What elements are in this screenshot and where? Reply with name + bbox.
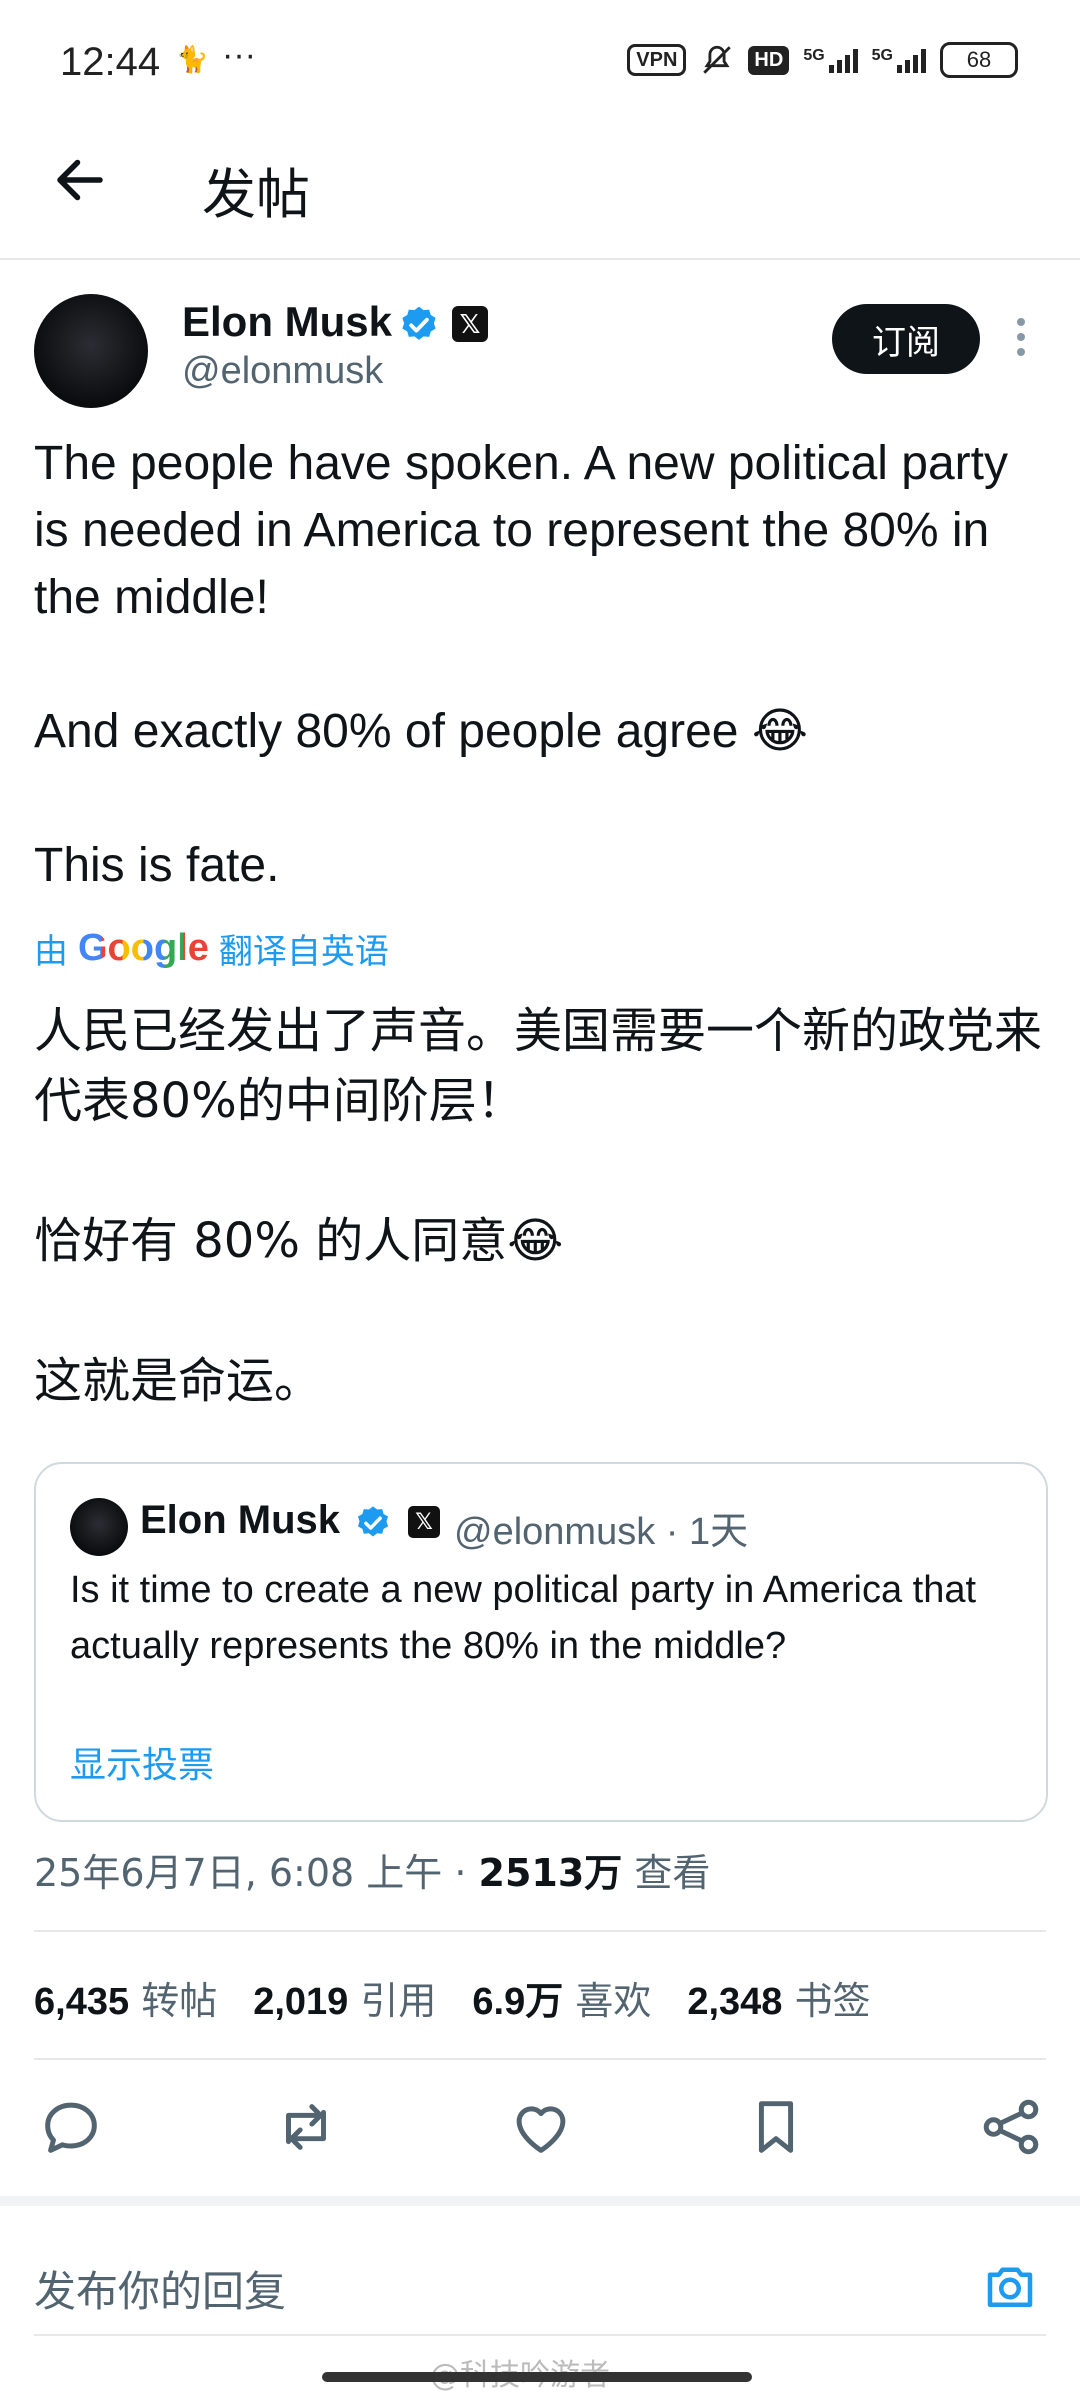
post-meta: 25年6月7日, 6:08 上午 · 2513万 查看 [34, 1842, 710, 1897]
author-name[interactable]: Elon Musk [182, 298, 392, 346]
quote-text: Is it time to create a new political par… [70, 1569, 977, 1667]
stat-quotes[interactable]: 2,019 引用 [253, 1970, 436, 2025]
status-bar: 12:44 🐈 ··· VPN HD 5G 5G 68 [0, 0, 1080, 120]
action-bar [36, 2092, 1046, 2162]
reply-divider [34, 2334, 1046, 2336]
hd-icon: HD [748, 45, 790, 75]
share-icon[interactable] [976, 2092, 1046, 2162]
translation-attribution[interactable]: 由 Google 翻译自英语 [34, 924, 389, 973]
translated-text: 人民已经发出了声音。美国需要一个新的政党来代表80%的中间阶层！ 恰好有 80%… [34, 1003, 1043, 1409]
stat-likes[interactable]: 6.9万 喜欢 [472, 1970, 651, 2025]
more-notifications-icon: ··· [222, 36, 256, 74]
quote-author-name: Elon Musk [140, 1498, 341, 1542]
quote-x-affiliation-icon: 𝕏 [408, 1506, 440, 1538]
repost-icon[interactable] [271, 2092, 341, 2162]
avatar[interactable] [34, 294, 148, 408]
post-date: 25年6月7日, 6:08 上午 · [34, 1851, 479, 1895]
subscribe-button[interactable]: 订阅 [832, 304, 980, 374]
quote-handle-time: @elonmusk · 1天 [454, 1511, 749, 1553]
view-label: 查看 [622, 1851, 711, 1895]
status-time: 12:44 [60, 40, 161, 84]
x-affiliation-icon: 𝕏 [452, 306, 488, 342]
show-poll-link[interactable]: 显示投票 [70, 1736, 214, 1788]
home-indicator[interactable] [322, 2372, 752, 2382]
page-title: 发帖 [202, 163, 310, 226]
reply-icon[interactable] [36, 2092, 106, 2162]
header-divider [0, 258, 1080, 260]
section-divider [0, 2196, 1080, 2206]
vpn-icon: VPN [627, 44, 687, 76]
battery-icon: 68 [940, 42, 1018, 78]
signal-2-icon: 5G [872, 47, 926, 73]
mute-icon [703, 45, 732, 74]
more-options-icon[interactable] [1014, 318, 1028, 363]
author-handle[interactable]: @elonmusk [182, 350, 383, 393]
view-count: 2513万 [478, 1851, 623, 1895]
quote-verified-icon [357, 1506, 389, 1537]
stats-divider [34, 2058, 1046, 2060]
verified-badge-icon [402, 306, 436, 340]
translate-suffix: 翻译自英语 [218, 932, 389, 972]
reply-input[interactable]: 发布你的回复 [34, 2258, 286, 2319]
signal-1-icon: 5G [803, 47, 858, 73]
cat-icon: 🐈 [176, 44, 209, 74]
quoted-post[interactable]: Elon Musk 𝕏 @elonmusk · 1天 Is it time to… [34, 1462, 1048, 1822]
engagement-stats: 6,435 转帖 2,019 引用 6.9万 喜欢 2,348 书签 [34, 1970, 871, 2025]
meta-divider [34, 1930, 1046, 1932]
post-text: The people have spoken. A new political … [34, 437, 1008, 892]
back-arrow-icon[interactable] [50, 150, 110, 210]
google-logo: Google [78, 927, 209, 969]
quote-avatar [70, 1498, 128, 1556]
bookmark-icon[interactable] [741, 2092, 811, 2162]
camera-icon[interactable] [980, 2256, 1040, 2316]
stat-reposts[interactable]: 6,435 转帖 [34, 1970, 217, 2025]
stat-bookmarks[interactable]: 2,348 书签 [687, 1970, 870, 2025]
translate-prefix: 由 [34, 932, 68, 972]
like-icon[interactable] [506, 2092, 576, 2162]
